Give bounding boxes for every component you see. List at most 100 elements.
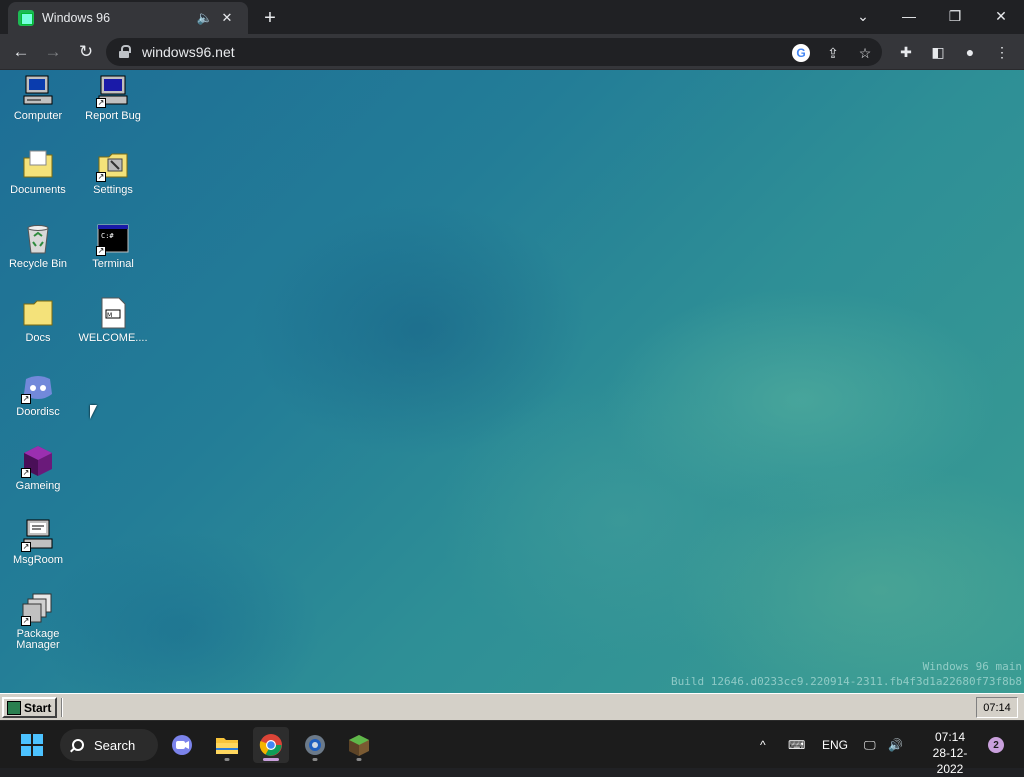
close-icon[interactable]: ✕ [216, 7, 238, 29]
documents-folder-icon [21, 148, 55, 182]
win96-logo-icon [7, 700, 21, 715]
teams-chat-icon[interactable] [164, 727, 200, 763]
running-indicator [356, 758, 362, 761]
windows-start-icon[interactable] [14, 727, 50, 763]
share-icon[interactable]: ⇪ [824, 44, 842, 62]
desktop-icon-terminal[interactable]: C:# ↗ Terminal [75, 222, 151, 270]
start-label: Start [24, 700, 52, 715]
running-indicator [312, 758, 318, 761]
shortcut-arrow-icon: ↗ [96, 172, 106, 182]
build-string: Build 12646.d0233cc9.220914-2311.fb4f3d1… [671, 675, 1022, 688]
desktop-icon-label: MsgRoom [12, 554, 64, 566]
side-panel-icon[interactable]: ◧ [927, 41, 949, 63]
desktop-icon-label: Terminal [92, 258, 134, 270]
desktop-icon-label: Documents [10, 184, 66, 196]
msgroom-icon: ↗ [21, 518, 55, 552]
file-explorer-icon[interactable] [209, 727, 245, 763]
forward-arrow-icon[interactable]: → [40, 39, 66, 65]
network-icon[interactable]: 🖵 [864, 721, 876, 769]
svg-text:M: M [107, 312, 112, 319]
desktop-icon-label: WELCOME.... [78, 332, 148, 344]
windows96-favicon-icon [18, 10, 34, 26]
menu-kebab-icon[interactable]: ⋮ [991, 41, 1013, 63]
search-label: Search [94, 737, 136, 753]
url-text: windows96.net [142, 44, 235, 60]
desktop-icon-label: Recycle Bin [8, 258, 68, 270]
desktop-icon-gameing[interactable]: ↗ Gameing [0, 444, 76, 492]
reload-icon[interactable]: ↻ [73, 39, 99, 65]
extensions-puzzle-icon[interactable]: ✚ [895, 41, 917, 63]
desktop-icon-label: Package Manager [16, 628, 60, 651]
volume-icon[interactable]: 🔊 [888, 721, 903, 769]
browser-tab[interactable]: Windows 96 🔈 ✕ [8, 2, 248, 34]
win96-desktop[interactable]: Computer ↗ Report Bug Documents ↗ Settin… [0, 70, 1024, 693]
clock-date: 28-12-2022 [932, 746, 968, 776]
language-indicator[interactable]: ENG [822, 721, 848, 769]
taskbar-divider [61, 698, 63, 717]
desktop-icon-label: Doordisc [16, 406, 60, 418]
taskbar-search-button[interactable]: Search [60, 729, 158, 761]
shortcut-arrow-icon: ↗ [96, 246, 106, 256]
desktop-icon-documents[interactable]: Documents [0, 148, 76, 196]
desktop-icon-label: Settings [93, 184, 133, 196]
desktop-icon-msgroom[interactable]: ↗ MsgRoom [0, 518, 76, 566]
lock-icon[interactable] [118, 45, 132, 59]
game-cube-icon: ↗ [21, 444, 55, 478]
google-icon[interactable]: G [792, 44, 810, 62]
desktop-icon-package-manager[interactable]: ↗ Package Manager [0, 592, 76, 651]
shortcut-arrow-icon: ↗ [96, 98, 106, 108]
desktop-icon-recycle-bin[interactable]: Recycle Bin [0, 222, 76, 270]
desktop-icon-welcome[interactable]: M WELCOME.... [75, 296, 151, 344]
browser-tab-strip: Windows 96 🔈 ✕ + ⌄ — ❐ ✕ [0, 0, 1024, 34]
close-window-button[interactable]: ✕ [978, 0, 1024, 32]
desktop-icon-doordisc[interactable]: ↗ Doordisc [0, 370, 76, 418]
os-taskbar: Search ^ ⌨ ENG 🖵 🔊 07:14 28-12-2022 2 [0, 720, 1024, 776]
shortcut-arrow-icon: ↗ [21, 394, 31, 404]
browser-toolbar: ← → ↻ windows96.net G ⇪ ☆ ✚ ◧ ● ⋮ [0, 34, 1024, 70]
build-watermark: Windows 96 main Build 12646.d0233cc9.220… [671, 659, 1022, 689]
speaker-icon[interactable]: 🔈 [194, 7, 216, 29]
address-bar[interactable]: windows96.net G ⇪ ☆ [106, 38, 882, 66]
markdown-file-icon: M [96, 296, 130, 330]
shortcut-arrow-icon: ↗ [21, 616, 31, 626]
taskbar-clock[interactable]: 07:14 28-12-2022 [920, 729, 980, 777]
profile-avatar-icon[interactable]: ● [959, 41, 981, 63]
keyboard-icon[interactable]: ⌨ [788, 721, 805, 769]
active-indicator [263, 758, 279, 761]
desktop-icon-label: Docs [25, 332, 51, 344]
minecraft-taskbar-icon[interactable] [341, 727, 377, 763]
win96-clock[interactable]: 07:14 [976, 697, 1018, 718]
tab-search-chevron-icon[interactable]: ⌄ [840, 0, 886, 32]
desktop-icon-settings[interactable]: ↗ Settings [75, 148, 151, 196]
bookmark-star-icon[interactable]: ☆ [856, 44, 874, 62]
new-tab-button[interactable]: + [258, 6, 282, 30]
desktop-icon-report-bug[interactable]: ↗ Report Bug [75, 74, 151, 122]
notification-badge[interactable]: 2 [988, 737, 1004, 753]
svg-text:C:#: C:# [101, 232, 114, 240]
minimize-button[interactable]: — [886, 0, 932, 32]
chrome-taskbar-icon[interactable] [253, 727, 289, 763]
shortcut-arrow-icon: ↗ [21, 542, 31, 552]
restore-button[interactable]: ❐ [932, 0, 978, 32]
desktop-icon-label: Report Bug [85, 110, 141, 122]
desktop-icon-computer[interactable]: Computer [0, 74, 76, 122]
terminal-icon: C:# ↗ [96, 222, 130, 256]
discord-icon: ↗ [21, 370, 55, 404]
win96-start-button[interactable]: Start [2, 697, 57, 718]
back-arrow-icon[interactable]: ← [8, 39, 34, 65]
desktop-icon-label: Computer [13, 110, 63, 122]
clock-time: 07:14 [934, 730, 966, 744]
shortcut-arrow-icon: ↗ [21, 468, 31, 478]
settings-gear-icon[interactable] [297, 727, 333, 763]
tab-title: Windows 96 [42, 11, 111, 25]
search-icon [72, 739, 84, 751]
build-title: Windows 96 main [922, 660, 1022, 673]
desktop-icon-label: Gameing [15, 480, 61, 492]
package-manager-icon: ↗ [21, 592, 55, 626]
mouse-cursor-icon [90, 405, 97, 419]
recycle-bin-icon [21, 222, 55, 256]
show-hidden-icons-chevron-icon[interactable]: ^ [760, 721, 766, 769]
desktop-icon-docs[interactable]: Docs [0, 296, 76, 344]
running-indicator [224, 758, 230, 761]
settings-folder-icon: ↗ [96, 148, 130, 182]
